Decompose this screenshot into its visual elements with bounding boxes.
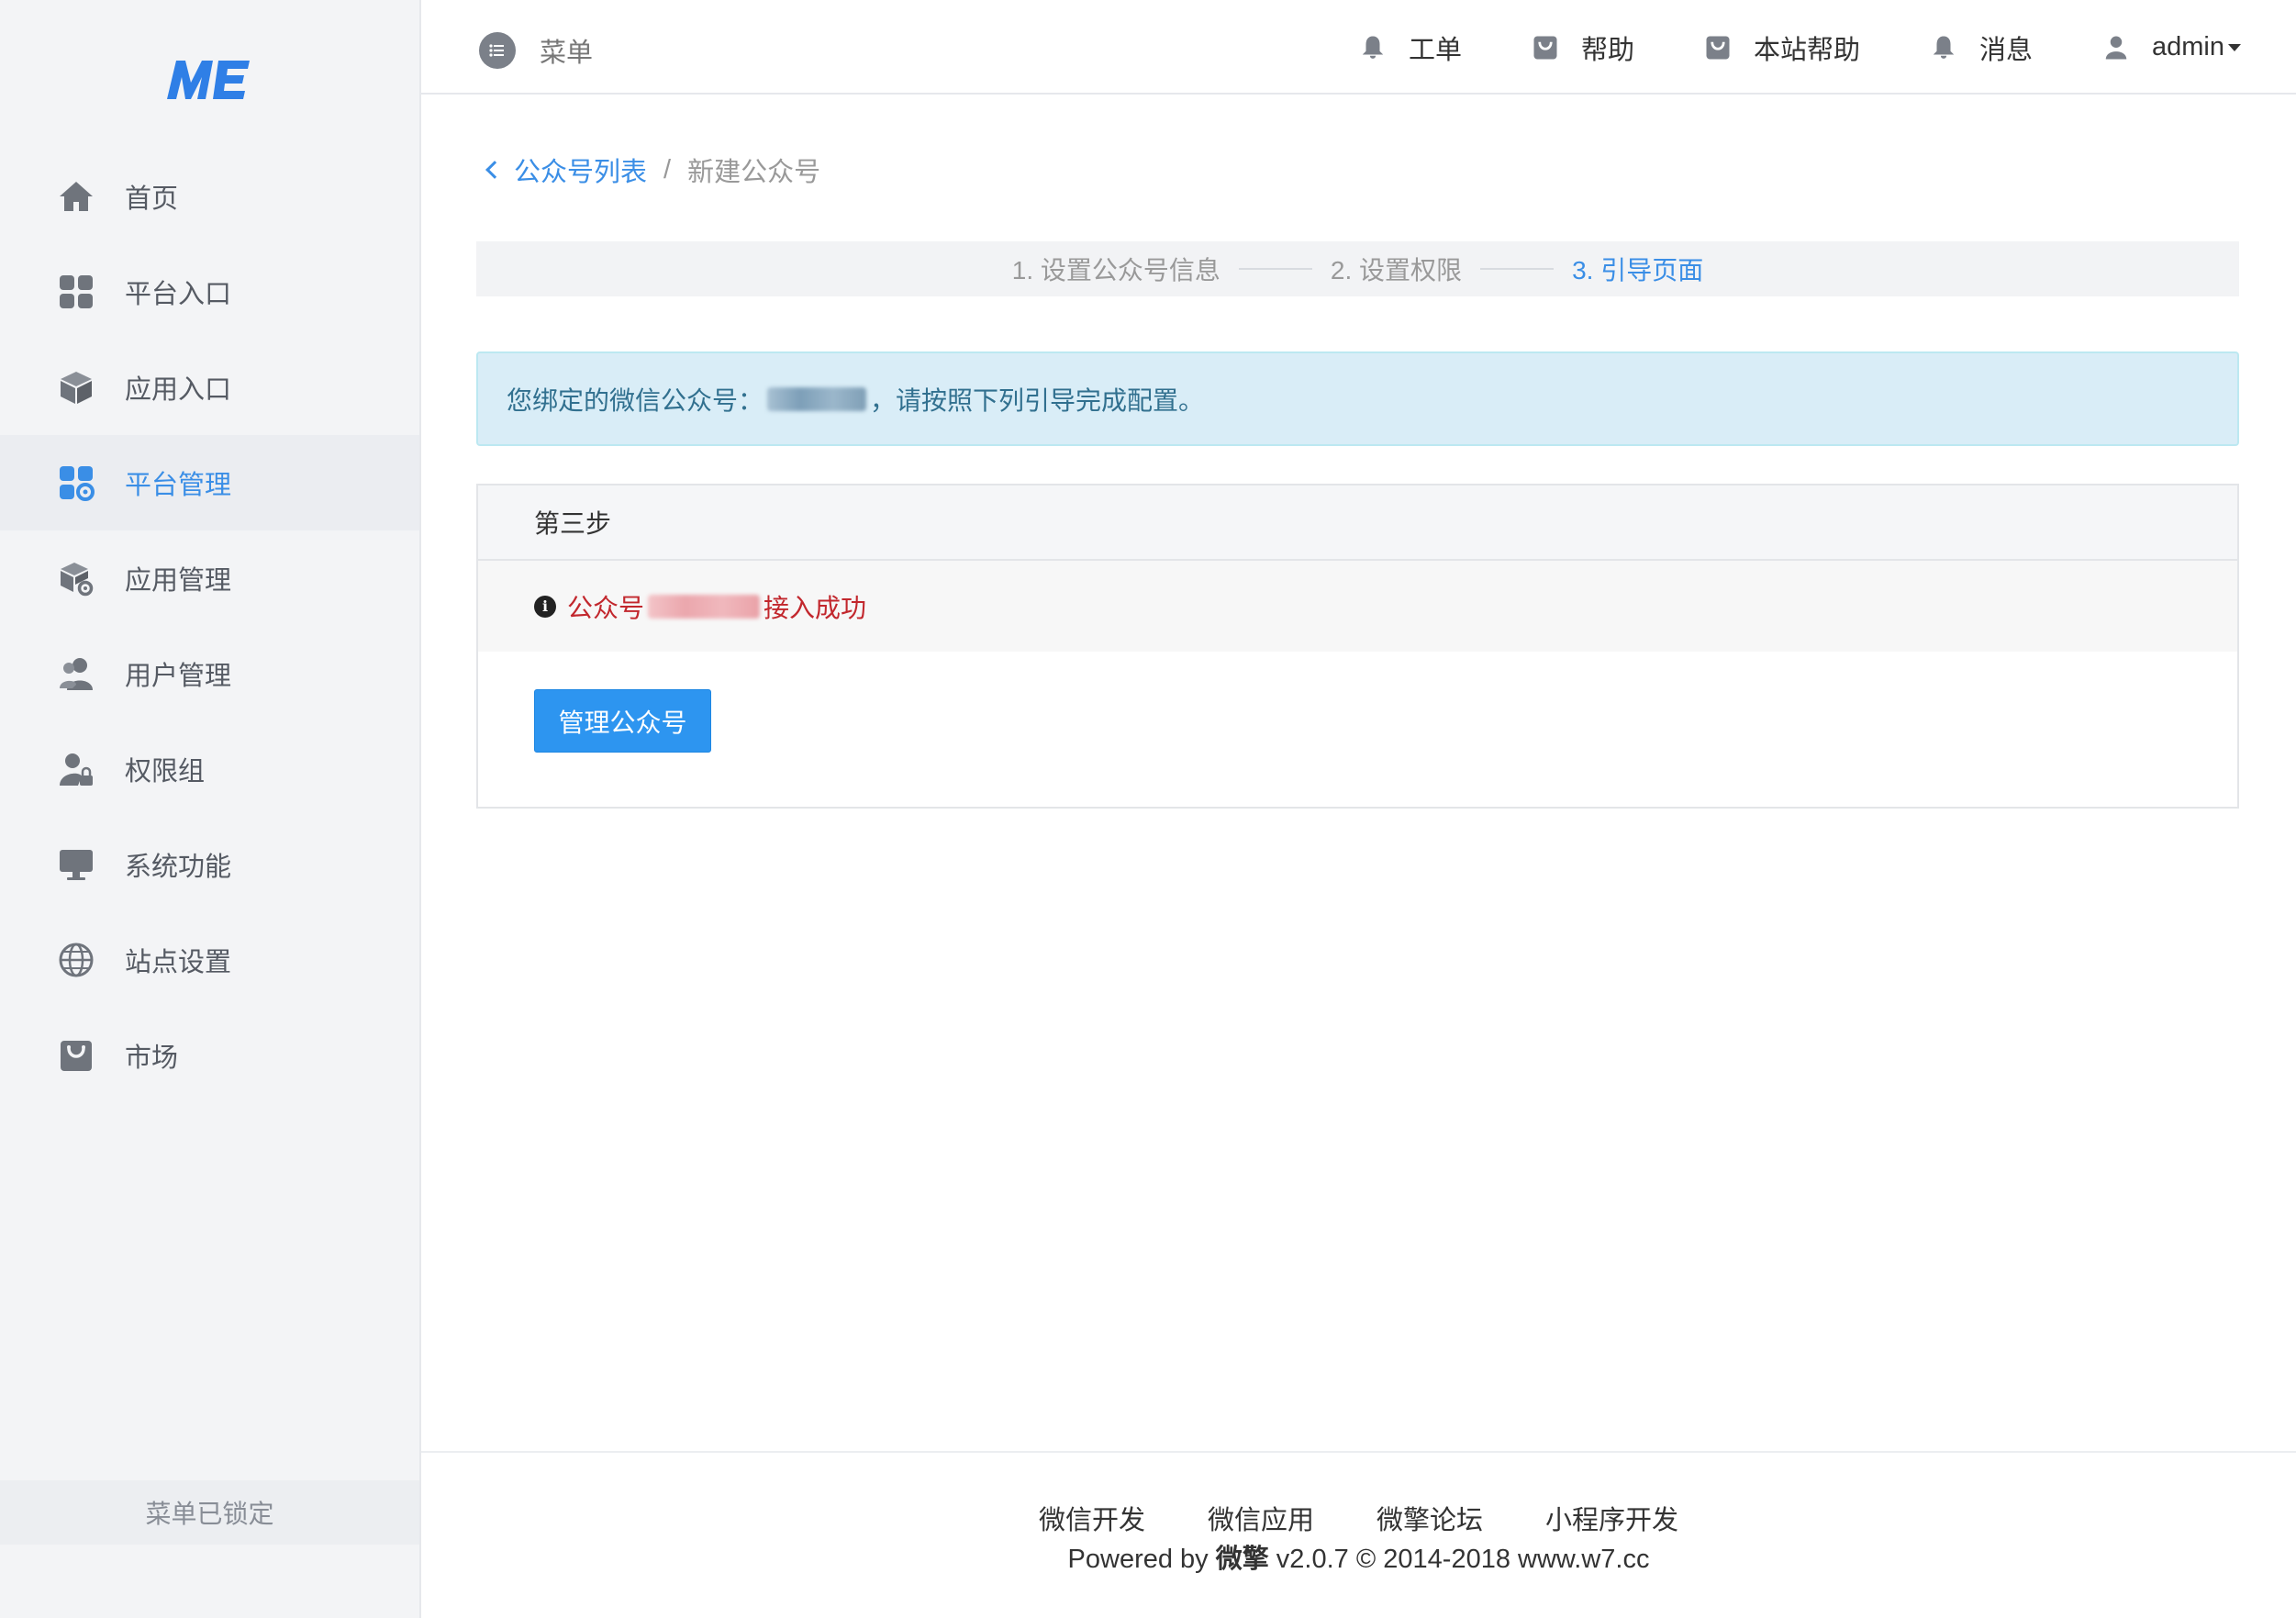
- monitor-icon: [57, 845, 95, 884]
- copyright-prefix: Powered by: [1067, 1545, 1216, 1574]
- footer-link-miniprogram[interactable]: 小程序开发: [1545, 1499, 1678, 1537]
- sidebar-nav: 首页 平台入口 应用入口 平台管理 应用管理 用户管理 权限组 系统功能 站点设…: [0, 149, 419, 1103]
- header-item-label: 消息: [1978, 35, 2033, 65]
- menu-locked-toggle[interactable]: 菜单已锁定: [0, 1480, 419, 1545]
- wizard-steps: 1. 设置公众号信息 2. 设置权限 3. 引导页面: [476, 241, 2239, 296]
- breadcrumb-current: 新建公众号: [687, 158, 821, 187]
- user-menu-dropdown[interactable]: admin: [2101, 32, 2241, 63]
- sidebar-item-app-manage[interactable]: 应用管理: [0, 530, 419, 626]
- breadcrumb-back-link[interactable]: 公众号列表: [483, 151, 647, 189]
- sidebar-item-label: 权限组: [125, 757, 206, 787]
- logo[interactable]: [163, 53, 253, 105]
- step-panel: 第三步 i 公众号 接入成功 管理公众号: [476, 484, 2239, 809]
- header-site-help-link[interactable]: 本站帮助: [1702, 28, 1860, 67]
- sidebar-item-label: 平台管理: [125, 471, 232, 500]
- grid-icon: [57, 273, 95, 311]
- footer-copyright: Powered by 微擎 v2.0.7 © 2014-2018 www.w7.…: [421, 1537, 2296, 1576]
- redacted-account-name: [767, 386, 867, 411]
- menu-toggle-button[interactable]: 菜单: [479, 31, 593, 70]
- footer: 微信开发 微信应用 微擎论坛 小程序开发 Powered by 微擎 v2.0.…: [421, 1451, 2296, 1618]
- footer-link-wechat-dev[interactable]: 微信开发: [1039, 1499, 1145, 1537]
- sidebar-item-permission-group[interactable]: 权限组: [0, 721, 419, 817]
- sidebar-item-label: 市场: [125, 1043, 179, 1073]
- menu-label: 菜单: [540, 39, 594, 68]
- footer-link-forum[interactable]: 微擎论坛: [1376, 1499, 1483, 1537]
- sidebar-item-app-entry[interactable]: 应用入口: [0, 340, 419, 435]
- cube-icon: [57, 368, 95, 407]
- sidebar-item-platform-manage[interactable]: 平台管理: [0, 435, 419, 530]
- step-connector: [1480, 268, 1555, 270]
- alert-prefix: 您绑定的微信公众号：: [507, 385, 764, 415]
- user-icon: [2101, 32, 2132, 63]
- top-header: 菜单 工单 帮助 本站帮助 消息 admin: [421, 0, 2296, 95]
- header-item-label: 本站帮助: [1753, 35, 1860, 65]
- step-1: 1. 设置公众号信息: [1011, 256, 1220, 285]
- manage-account-button[interactable]: 管理公众号: [534, 689, 711, 753]
- grid-gear-icon: [57, 463, 95, 502]
- sidebar-item-label: 首页: [125, 184, 179, 214]
- bag-icon: [1530, 32, 1561, 63]
- bell-icon: [1928, 32, 1959, 63]
- sidebar-item-label: 平台入口: [125, 280, 232, 309]
- sidebar-item-user-manage[interactable]: 用户管理: [0, 626, 419, 721]
- alert-suffix: ，请按照下列引导完成配置。: [870, 385, 1205, 415]
- bag-icon: [1702, 32, 1733, 63]
- footer-link-wechat-apps[interactable]: 微信应用: [1208, 1499, 1314, 1537]
- header-help-link[interactable]: 帮助: [1530, 28, 1634, 67]
- users-icon: [57, 654, 95, 693]
- sidebar-item-home[interactable]: 首页: [0, 149, 419, 244]
- header-messages-link[interactable]: 消息: [1928, 28, 2033, 67]
- user-lock-icon: [57, 750, 95, 788]
- breadcrumb-back-label: 公众号列表: [514, 158, 648, 187]
- success-message-prefix: 公众号: [567, 593, 645, 622]
- header-ticket-link[interactable]: 工单: [1357, 28, 1462, 67]
- header-item-label: 帮助: [1580, 35, 1634, 65]
- info-alert: 您绑定的微信公众号： ，请按照下列引导完成配置。: [476, 351, 2239, 446]
- copyright-brand: 微擎: [1215, 1545, 1269, 1574]
- sidebar-item-label: 应用入口: [125, 375, 232, 405]
- shop-bag-icon: [57, 1036, 95, 1075]
- header-actions: 工单 帮助 本站帮助 消息 admin: [1357, 0, 2296, 95]
- logo-mark: [167, 61, 250, 99]
- sidebar-item-label: 用户管理: [125, 662, 232, 691]
- sidebar: 首页 平台入口 应用入口 平台管理 应用管理 用户管理 权限组 系统功能 站点设…: [0, 0, 421, 1618]
- header-item-label: 工单: [1408, 35, 1462, 65]
- breadcrumb-separator: /: [663, 154, 672, 184]
- chevron-down-icon: [2228, 43, 2241, 51]
- success-message-suffix: 接入成功: [763, 593, 867, 622]
- success-message: i 公众号 接入成功: [478, 561, 2237, 652]
- redacted-account-name: [648, 594, 761, 619]
- globe-icon: [57, 941, 95, 979]
- list-icon: [479, 32, 516, 69]
- sidebar-item-system[interactable]: 系统功能: [0, 817, 419, 912]
- info-icon: i: [534, 595, 556, 618]
- step-connector: [1238, 268, 1312, 270]
- home-icon: [57, 177, 95, 216]
- chevron-left-icon: [485, 161, 504, 179]
- panel-title: 第三步: [478, 485, 2237, 561]
- sidebar-item-market[interactable]: 市场: [0, 1008, 419, 1103]
- username-label: admin: [2152, 32, 2224, 61]
- step-3: 3. 引导页面: [1572, 256, 1704, 285]
- bell-icon: [1357, 32, 1388, 63]
- sidebar-item-site-settings[interactable]: 站点设置: [0, 912, 419, 1008]
- breadcrumb: 公众号列表 / 新建公众号: [483, 151, 820, 189]
- sidebar-item-label: 应用管理: [125, 566, 232, 596]
- footer-links: 微信开发 微信应用 微擎论坛 小程序开发: [421, 1499, 2296, 1537]
- sidebar-item-label: 站点设置: [125, 948, 232, 977]
- sidebar-item-platform-entry[interactable]: 平台入口: [0, 244, 419, 340]
- step-2: 2. 设置权限: [1330, 256, 1463, 285]
- cube-gear-icon: [57, 559, 95, 597]
- sidebar-item-label: 系统功能: [125, 853, 232, 882]
- copyright-suffix: v2.0.7 © 2014-2018 www.w7.cc: [1268, 1545, 1650, 1574]
